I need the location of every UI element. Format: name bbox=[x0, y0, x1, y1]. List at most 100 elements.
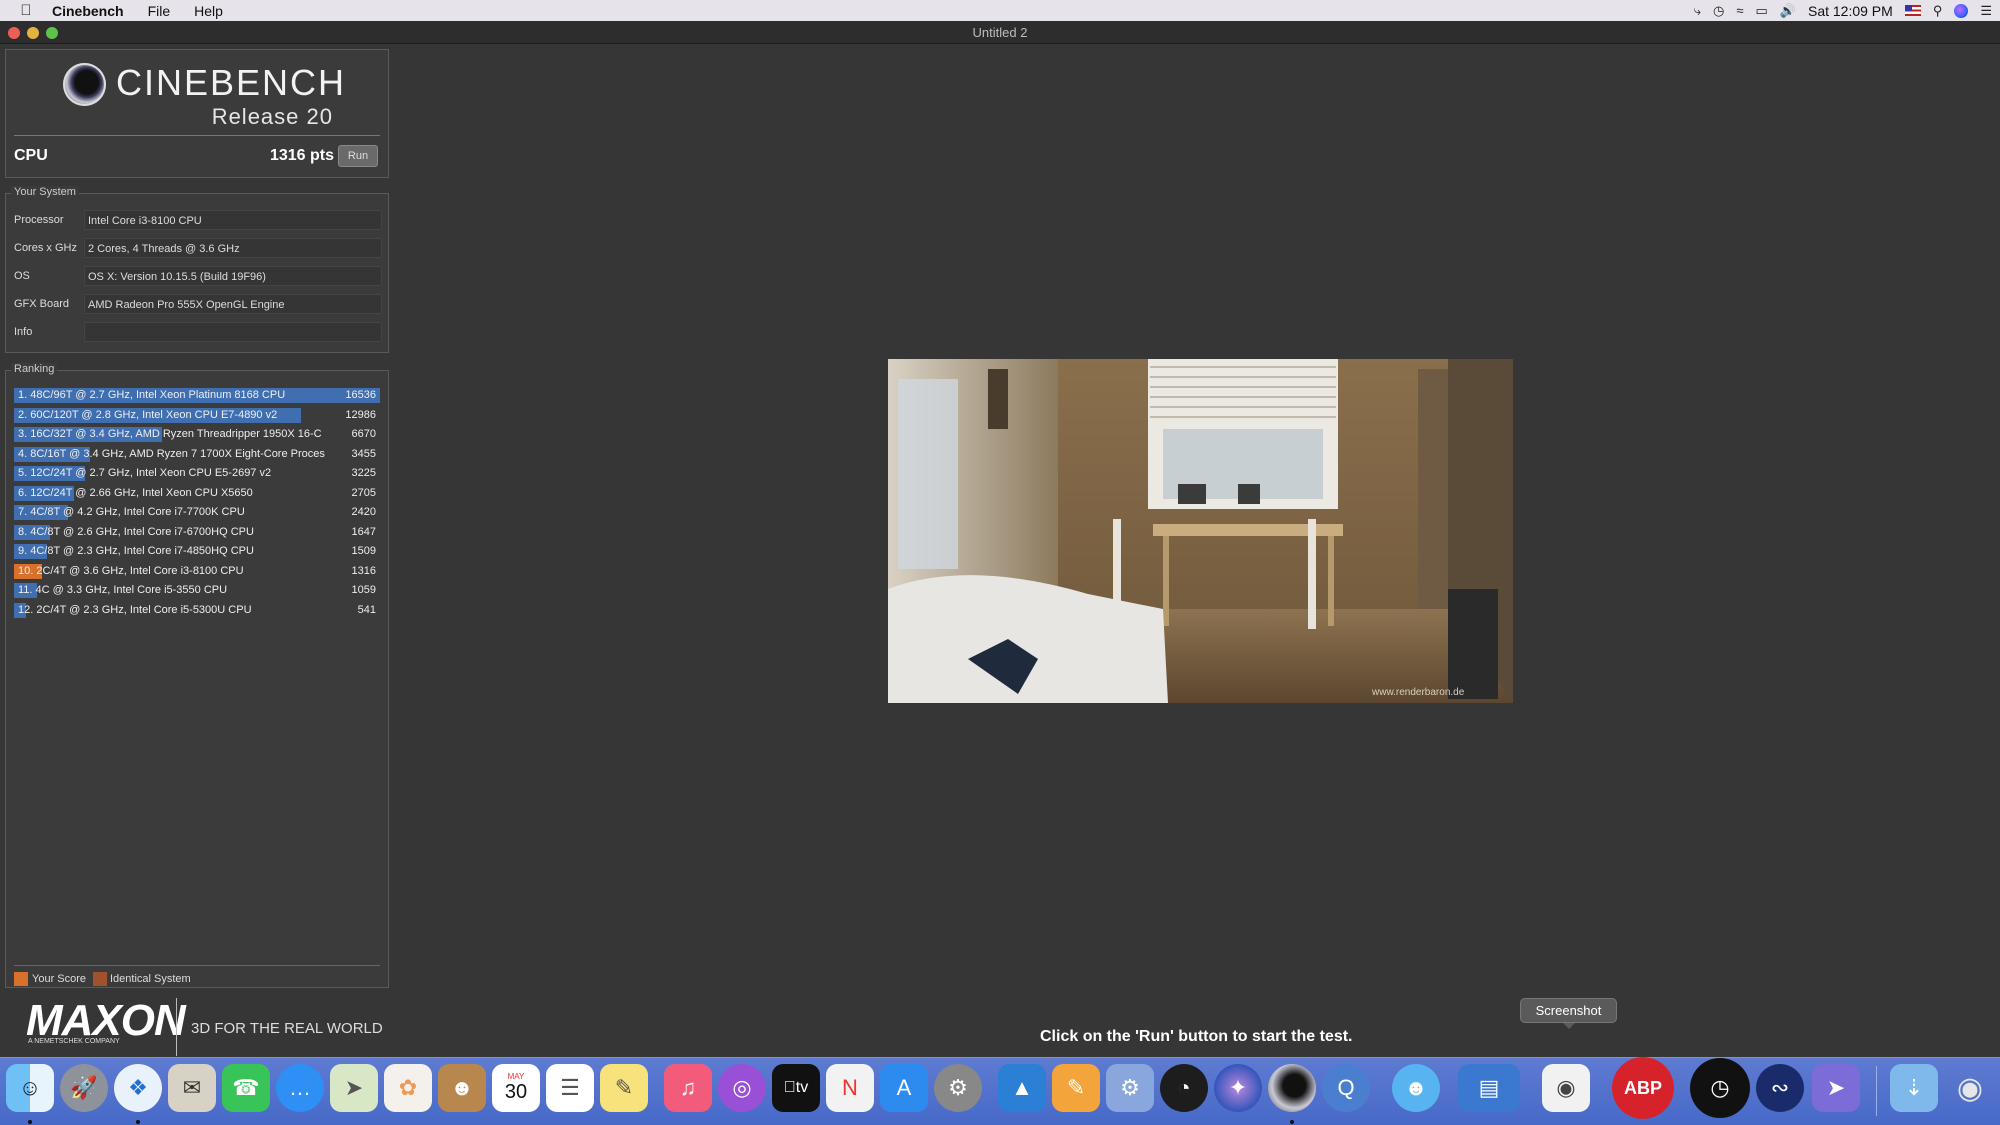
downloads-folder-icon[interactable]: ⇣ bbox=[1890, 1064, 1938, 1112]
system-row-os: OS OS X: Version 10.15.5 (Build 19F96) bbox=[6, 264, 388, 288]
menu-help[interactable]: Help bbox=[194, 3, 223, 19]
notification-center-icon[interactable]: ☰ bbox=[1980, 3, 1992, 19]
ranking-label: 1. 48C/96T @ 2.7 GHz, Intel Xeon Platinu… bbox=[18, 389, 286, 401]
music-icon[interactable]: ♫ bbox=[664, 1064, 712, 1112]
system-preferences-icon[interactable]: ⚙ bbox=[934, 1064, 982, 1112]
robinhoodie-icon[interactable]: ⚙ bbox=[1106, 1064, 1154, 1112]
cast-icon[interactable]: ⤷ bbox=[1694, 3, 1701, 19]
siri-icon[interactable] bbox=[1954, 3, 1969, 18]
header-divider bbox=[14, 135, 380, 136]
ranking-row[interactable]: 9. 4C/8T @ 2.3 GHz, Intel Core i7-4850HQ… bbox=[14, 544, 380, 560]
apple-menu-icon[interactable]:  bbox=[0, 2, 52, 19]
clock[interactable]: Sat 12:09 PM bbox=[1808, 3, 1893, 19]
system-key: Cores x GHz bbox=[14, 242, 77, 254]
ranking-score: 2420 bbox=[351, 506, 376, 518]
system-row-info: Info bbox=[6, 320, 388, 344]
messages-icon[interactable]: … bbox=[276, 1064, 324, 1112]
ranking-row[interactable]: 8. 4C/8T @ 2.6 GHz, Intel Core i7-6700HQ… bbox=[14, 524, 380, 541]
maps-icon[interactable]: ➤ bbox=[330, 1064, 378, 1112]
calendar-month: MAY bbox=[507, 1072, 525, 1081]
branding-divider bbox=[176, 998, 177, 1056]
system-row-gfx: GFX Board AMD Radeon Pro 555X OpenGL Eng… bbox=[6, 292, 388, 316]
ranking-score: 1647 bbox=[351, 525, 376, 538]
swift-icon[interactable]: ➤ bbox=[1812, 1064, 1860, 1112]
ranking-row[interactable]: 6. 12C/24T @ 2.66 GHz, Intel Xeon CPU X5… bbox=[14, 485, 380, 502]
system-value-field[interactable]: AMD Radeon Pro 555X OpenGL Engine bbox=[84, 294, 382, 314]
ranking-score: 12986 bbox=[345, 408, 376, 421]
ranking-panel: Ranking 1. 48C/96T @ 2.7 GHz, Intel Xeon… bbox=[5, 363, 389, 988]
render-watermark: www.renderbaron.de bbox=[1371, 687, 1465, 698]
screenshot-tooltip: Screenshot bbox=[1520, 998, 1617, 1029]
info-field[interactable] bbox=[84, 322, 382, 342]
identical-system-swatch bbox=[93, 972, 107, 986]
ranking-row[interactable]: 3. 16C/32T @ 3.4 GHz, AMD Ryzen Threadri… bbox=[14, 427, 380, 443]
ranking-score: 541 bbox=[357, 603, 376, 616]
ranking-label: 10. 2C/4T @ 3.6 GHz, Intel Core i3-8100 … bbox=[18, 564, 244, 577]
system-row-processor: Processor Intel Core i3-8100 CPU bbox=[6, 208, 388, 232]
siri-dock-icon[interactable]: ✦ bbox=[1214, 1064, 1262, 1112]
cinebench-dock-icon[interactable] bbox=[1268, 1064, 1316, 1112]
product-title: CINEBENCH bbox=[116, 62, 347, 103]
maxon-subtitle: A NEMETSCHEK COMPANY bbox=[28, 1038, 120, 1045]
ranking-title: Ranking bbox=[11, 363, 58, 375]
status-area: ⤷ ◷ ≈ ▭ 🔊 Sat 12:09 PM ⚲ ☰ bbox=[1694, 0, 1992, 21]
system-key: Processor bbox=[14, 214, 64, 226]
system-value-field[interactable]: 2 Cores, 4 Threads @ 3.6 GHz bbox=[84, 238, 382, 258]
dock: ☺ 🚀 ❖ ✉ ☎ … ➤ ✿ ☻ MAY 30 ☰ ✎ ♫ ◎ tv N A… bbox=[0, 1057, 2000, 1125]
adblock-plus-icon[interactable]: ABP bbox=[1612, 1057, 1674, 1119]
time-machine-icon[interactable]: ◷ bbox=[1713, 3, 1724, 19]
app-store-icon[interactable]: A bbox=[880, 1064, 928, 1112]
ranking-row[interactable]: 12. 2C/4T @ 2.3 GHz, Intel Core i5-5300U… bbox=[14, 602, 380, 619]
ranking-row[interactable]: 4. 8C/16T @ 3.4 GHz, AMD Ryzen 7 1700X E… bbox=[14, 446, 380, 463]
ranking-row[interactable]: 11. 4C @ 3.3 GHz, Intel Core i5-3550 CPU… bbox=[14, 583, 380, 599]
apple-tv-icon[interactable]: tv bbox=[772, 1064, 820, 1112]
system-value-field[interactable]: Intel Core i3-8100 CPU bbox=[84, 210, 382, 230]
cinebench-header-panel: CINEBENCH Release 20 CPU 1316 pts Run bbox=[5, 49, 389, 178]
activity-monitor-icon[interactable]: ▤ bbox=[1458, 1064, 1520, 1112]
menu-app-name[interactable]: Cinebench bbox=[52, 3, 124, 19]
ranking-row[interactable]: 1. 48C/96T @ 2.7 GHz, Intel Xeon Platinu… bbox=[14, 388, 380, 404]
input-source-flag-icon[interactable] bbox=[1904, 5, 1921, 16]
arc-icon[interactable]: ∾ bbox=[1756, 1064, 1804, 1112]
notes-icon[interactable]: ✎ bbox=[600, 1064, 648, 1112]
system-value-field[interactable]: OS X: Version 10.15.5 (Build 19F96) bbox=[84, 266, 382, 286]
menu-file[interactable]: File bbox=[148, 3, 171, 19]
reminders-icon[interactable]: ☰ bbox=[546, 1064, 594, 1112]
safari-icon[interactable]: ❖ bbox=[114, 1064, 162, 1112]
render-preview-image: www.renderbaron.de bbox=[888, 359, 1513, 703]
podcasts-icon[interactable]: ◎ bbox=[718, 1064, 766, 1112]
pages-icon[interactable]: ✎ bbox=[1052, 1064, 1100, 1112]
istat-icon[interactable]: ◔ bbox=[1160, 1064, 1208, 1112]
system-key: Info bbox=[14, 326, 33, 338]
quicktime-icon[interactable]: Q bbox=[1322, 1064, 1370, 1112]
wifi-icon[interactable]: ≈ bbox=[1736, 3, 1743, 18]
photos-icon[interactable]: ✿ bbox=[384, 1064, 432, 1112]
ranking-score: 1509 bbox=[351, 545, 376, 557]
finder-icon[interactable]: ☺ bbox=[6, 1064, 54, 1112]
news-icon[interactable]: N bbox=[826, 1064, 874, 1112]
ranking-row[interactable]: 5. 12C/24T @ 2.7 GHz, Intel Xeon CPU E5-… bbox=[14, 466, 380, 482]
ranking-label: 6. 12C/24T @ 2.66 GHz, Intel Xeon CPU X5… bbox=[18, 486, 253, 499]
legend-divider bbox=[14, 965, 380, 966]
calendar-icon[interactable]: MAY 30 bbox=[492, 1064, 540, 1112]
ranking-row[interactable]: 10. 2C/4T @ 3.6 GHz, Intel Core i3-8100 … bbox=[14, 563, 380, 580]
launchpad-icon[interactable]: 🚀 bbox=[60, 1064, 108, 1112]
ranking-label: 8. 4C/8T @ 2.6 GHz, Intel Core i7-6700HQ… bbox=[18, 525, 254, 538]
ranking-row[interactable]: 2. 60C/120T @ 2.8 GHz, Intel Xeon CPU E7… bbox=[14, 407, 380, 424]
ranking-label: 4. 8C/16T @ 3.4 GHz, AMD Ryzen 7 1700X E… bbox=[18, 447, 325, 460]
run-button[interactable]: Run bbox=[338, 145, 378, 167]
ranking-row[interactable]: 7. 4C/8T @ 4.2 GHz, Intel Core i7-7700K … bbox=[14, 505, 380, 521]
volume-icon[interactable]: 🔊 bbox=[1780, 3, 1796, 19]
airplay-icon[interactable]: ▭ bbox=[1756, 3, 1768, 19]
facetime-icon[interactable]: ☎ bbox=[222, 1064, 270, 1112]
keynote-icon[interactable]: ▲ bbox=[998, 1064, 1046, 1112]
trash-icon[interactable]: ◉ bbox=[1946, 1064, 1994, 1112]
tweetbot-icon[interactable]: ☻ bbox=[1392, 1064, 1440, 1112]
adblock-label: ABP bbox=[1623, 1077, 1662, 1098]
mail-stamp-icon[interactable]: ✉ bbox=[168, 1064, 216, 1112]
contacts-icon[interactable]: ☻ bbox=[438, 1064, 486, 1112]
legend-identical-system: Identical System bbox=[110, 973, 191, 985]
screenshot-icon[interactable]: ◉ bbox=[1542, 1064, 1590, 1112]
spotlight-search-icon[interactable]: ⚲ bbox=[1933, 3, 1943, 19]
speedtest-icon[interactable]: ◷ bbox=[1690, 1058, 1750, 1118]
